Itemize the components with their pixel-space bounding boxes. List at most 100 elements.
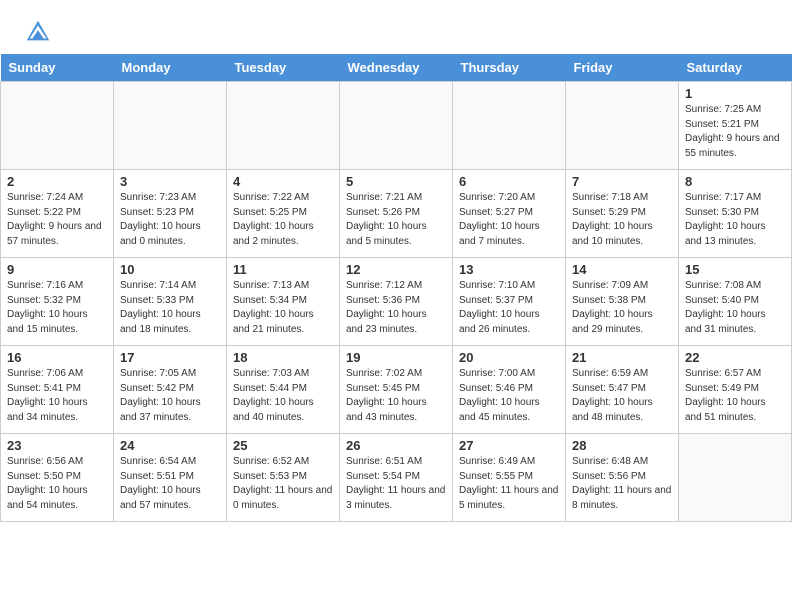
- day-info: Sunrise: 6:57 AM Sunset: 5:49 PM Dayligh…: [685, 367, 785, 425]
- day-info: Sunrise: 7:05 AM Sunset: 5:42 PM Dayligh…: [120, 367, 220, 425]
- calendar-week-row: 2 Sunrise: 7:24 AM Sunset: 5:22 PM Daylig…: [1, 170, 792, 258]
- day-number: 8: [685, 174, 785, 189]
- day-info: Sunrise: 7:20 AM Sunset: 5:27 PM Dayligh…: [459, 191, 559, 249]
- day-info: Sunrise: 6:54 AM Sunset: 5:51 PM Dayligh…: [120, 455, 220, 513]
- day-number: 6: [459, 174, 559, 189]
- logo: [24, 18, 56, 46]
- calendar-day-cell: 10Sunrise: 7:14 AM Sunset: 5:33 PM Dayli…: [114, 258, 227, 346]
- calendar-day-cell: [679, 434, 792, 522]
- calendar-header-saturday: Saturday: [679, 54, 792, 82]
- day-info: Sunrise: 7:09 AM Sunset: 5:38 PM Dayligh…: [572, 279, 672, 337]
- calendar-week-row: 1 Sunrise: 7:25 AM Sunset: 5:21 PM Daylig…: [1, 82, 792, 170]
- day-info: Sunrise: 7:10 AM Sunset: 5:37 PM Dayligh…: [459, 279, 559, 337]
- calendar-day-cell: 6 Sunrise: 7:20 AM Sunset: 5:27 PM Daylig…: [453, 170, 566, 258]
- calendar-day-cell: 28 Sunrise: 6:48 AM Sunset: 5:56 PM Dayli…: [566, 434, 679, 522]
- day-info: Sunrise: 7:22 AM Sunset: 5:25 PM Dayligh…: [233, 191, 333, 249]
- day-number: 23: [7, 438, 107, 453]
- calendar-day-cell: 17 Sunrise: 7:05 AM Sunset: 5:42 PM Dayli…: [114, 346, 227, 434]
- day-number: 25: [233, 438, 333, 453]
- calendar-day-cell: 26 Sunrise: 6:51 AM Sunset: 5:54 PM Dayli…: [340, 434, 453, 522]
- calendar-day-cell: 25 Sunrise: 6:52 AM Sunset: 5:53 PM Dayli…: [227, 434, 340, 522]
- calendar-day-cell: [340, 82, 453, 170]
- day-number: 22: [685, 350, 785, 365]
- day-number: 5: [346, 174, 446, 189]
- calendar-header-friday: Friday: [566, 54, 679, 82]
- day-number: 15: [685, 262, 785, 277]
- day-info: Sunrise: 7:06 AM Sunset: 5:41 PM Dayligh…: [7, 367, 107, 425]
- day-number: 19: [346, 350, 446, 365]
- calendar-day-cell: 24 Sunrise: 6:54 AM Sunset: 5:51 PM Dayli…: [114, 434, 227, 522]
- calendar-day-cell: 18 Sunrise: 7:03 AM Sunset: 5:44 PM Dayli…: [227, 346, 340, 434]
- calendar-day-cell: 27 Sunrise: 6:49 AM Sunset: 5:55 PM Dayli…: [453, 434, 566, 522]
- calendar-day-cell: [1, 82, 114, 170]
- calendar-day-cell: 12 Sunrise: 7:12 AM Sunset: 5:36 PM Dayli…: [340, 258, 453, 346]
- day-number: 14: [572, 262, 672, 277]
- calendar-day-cell: [227, 82, 340, 170]
- calendar-day-cell: 11 Sunrise: 7:13 AM Sunset: 5:34 PM Dayli…: [227, 258, 340, 346]
- calendar-week-row: 16 Sunrise: 7:06 AM Sunset: 5:41 PM Dayli…: [1, 346, 792, 434]
- calendar-day-cell: 19 Sunrise: 7:02 AM Sunset: 5:45 PM Dayli…: [340, 346, 453, 434]
- day-info: Sunrise: 6:52 AM Sunset: 5:53 PM Dayligh…: [233, 455, 333, 513]
- day-number: 17: [120, 350, 220, 365]
- calendar-day-cell: 7 Sunrise: 7:18 AM Sunset: 5:29 PM Daylig…: [566, 170, 679, 258]
- day-info: Sunrise: 6:59 AM Sunset: 5:47 PM Dayligh…: [572, 367, 672, 425]
- day-info: Sunrise: 7:21 AM Sunset: 5:26 PM Dayligh…: [346, 191, 446, 249]
- day-info: Sunrise: 7:02 AM Sunset: 5:45 PM Dayligh…: [346, 367, 446, 425]
- day-number: 12: [346, 262, 446, 277]
- day-info: Sunrise: 7:12 AM Sunset: 5:36 PM Dayligh…: [346, 279, 446, 337]
- calendar-header-row: SundayMondayTuesdayWednesdayThursdayFrid…: [1, 54, 792, 82]
- calendar-header-monday: Monday: [114, 54, 227, 82]
- day-number: 18: [233, 350, 333, 365]
- calendar-day-cell: 16 Sunrise: 7:06 AM Sunset: 5:41 PM Dayli…: [1, 346, 114, 434]
- calendar-day-cell: 13 Sunrise: 7:10 AM Sunset: 5:37 PM Dayli…: [453, 258, 566, 346]
- day-number: 1: [685, 86, 785, 101]
- calendar-week-row: 9Sunrise: 7:16 AM Sunset: 5:32 PM Daylig…: [1, 258, 792, 346]
- calendar-day-cell: 4 Sunrise: 7:22 AM Sunset: 5:25 PM Daylig…: [227, 170, 340, 258]
- calendar-week-row: 23 Sunrise: 6:56 AM Sunset: 5:50 PM Dayli…: [1, 434, 792, 522]
- logo-icon: [24, 18, 52, 46]
- calendar-day-cell: 5 Sunrise: 7:21 AM Sunset: 5:26 PM Daylig…: [340, 170, 453, 258]
- day-number: 20: [459, 350, 559, 365]
- calendar-day-cell: 22 Sunrise: 6:57 AM Sunset: 5:49 PM Dayli…: [679, 346, 792, 434]
- day-info: Sunrise: 7:00 AM Sunset: 5:46 PM Dayligh…: [459, 367, 559, 425]
- day-number: 24: [120, 438, 220, 453]
- day-info: Sunrise: 7:25 AM Sunset: 5:21 PM Dayligh…: [685, 103, 785, 161]
- calendar-day-cell: 15Sunrise: 7:08 AM Sunset: 5:40 PM Dayli…: [679, 258, 792, 346]
- day-number: 4: [233, 174, 333, 189]
- calendar-day-cell: 14 Sunrise: 7:09 AM Sunset: 5:38 PM Dayli…: [566, 258, 679, 346]
- day-number: 2: [7, 174, 107, 189]
- day-number: 3: [120, 174, 220, 189]
- day-info: Sunrise: 7:24 AM Sunset: 5:22 PM Dayligh…: [7, 191, 107, 249]
- calendar-day-cell: [566, 82, 679, 170]
- calendar-header-sunday: Sunday: [1, 54, 114, 82]
- day-number: 21: [572, 350, 672, 365]
- day-number: 27: [459, 438, 559, 453]
- calendar-day-cell: 2 Sunrise: 7:24 AM Sunset: 5:22 PM Daylig…: [1, 170, 114, 258]
- day-info: Sunrise: 6:51 AM Sunset: 5:54 PM Dayligh…: [346, 455, 446, 513]
- day-number: 26: [346, 438, 446, 453]
- calendar-day-cell: 1 Sunrise: 7:25 AM Sunset: 5:21 PM Daylig…: [679, 82, 792, 170]
- calendar-header-tuesday: Tuesday: [227, 54, 340, 82]
- day-number: 11: [233, 262, 333, 277]
- calendar-day-cell: 3 Sunrise: 7:23 AM Sunset: 5:23 PM Daylig…: [114, 170, 227, 258]
- day-info: Sunrise: 7:14 AM Sunset: 5:33 PM Dayligh…: [120, 279, 220, 337]
- day-info: Sunrise: 7:13 AM Sunset: 5:34 PM Dayligh…: [233, 279, 333, 337]
- day-number: 28: [572, 438, 672, 453]
- calendar-day-cell: 23 Sunrise: 6:56 AM Sunset: 5:50 PM Dayli…: [1, 434, 114, 522]
- day-number: 16: [7, 350, 107, 365]
- calendar-day-cell: 21 Sunrise: 6:59 AM Sunset: 5:47 PM Dayli…: [566, 346, 679, 434]
- day-info: Sunrise: 6:48 AM Sunset: 5:56 PM Dayligh…: [572, 455, 672, 513]
- calendar-header-thursday: Thursday: [453, 54, 566, 82]
- day-info: Sunrise: 6:56 AM Sunset: 5:50 PM Dayligh…: [7, 455, 107, 513]
- day-info: Sunrise: 7:18 AM Sunset: 5:29 PM Dayligh…: [572, 191, 672, 249]
- day-info: Sunrise: 7:23 AM Sunset: 5:23 PM Dayligh…: [120, 191, 220, 249]
- day-number: 7: [572, 174, 672, 189]
- day-info: Sunrise: 7:03 AM Sunset: 5:44 PM Dayligh…: [233, 367, 333, 425]
- calendar-day-cell: 8 Sunrise: 7:17 AM Sunset: 5:30 PM Daylig…: [679, 170, 792, 258]
- day-info: Sunrise: 7:17 AM Sunset: 5:30 PM Dayligh…: [685, 191, 785, 249]
- calendar-day-cell: [114, 82, 227, 170]
- day-info: Sunrise: 6:49 AM Sunset: 5:55 PM Dayligh…: [459, 455, 559, 513]
- day-number: 9: [7, 262, 107, 277]
- calendar-header-wednesday: Wednesday: [340, 54, 453, 82]
- day-number: 13: [459, 262, 559, 277]
